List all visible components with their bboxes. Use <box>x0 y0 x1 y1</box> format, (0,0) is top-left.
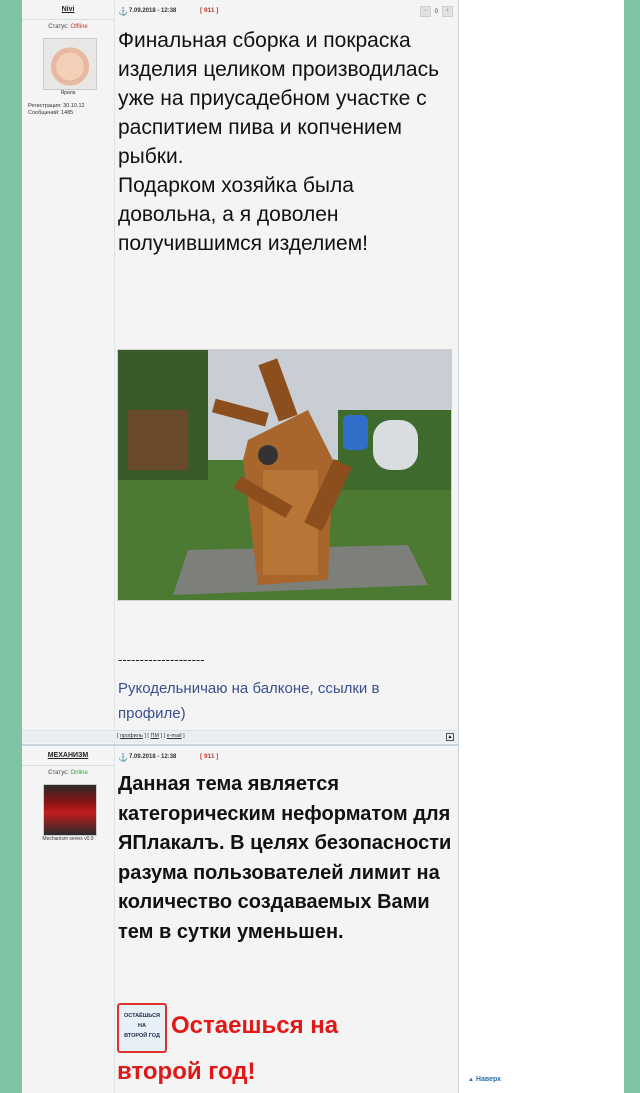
post-header: ⚓ 7.09.2018 - 12:38 [ 911 ] <box>115 746 458 768</box>
windmill-photo-illustration <box>118 350 451 600</box>
email-link[interactable]: e-mail <box>167 733 182 739</box>
avatar-caption: Ярила <box>60 90 76 96</box>
status-label: Статус: <box>48 770 69 776</box>
forum-post: МЕХАНИЗМ Статус: Online Mechanism series… <box>22 746 458 1093</box>
post-number[interactable]: [ 911 ] <box>200 7 218 14</box>
rating-value: 0 <box>434 8 438 15</box>
user-status: Статус: Online <box>22 770 114 776</box>
badge-line: ОСТАЁШЬСЯ <box>123 1013 161 1019</box>
divider <box>22 19 114 20</box>
page: Nivi Статус: Offline Ярила Регистрация: … <box>22 0 624 1093</box>
alert-text: Остаешься на <box>171 1012 339 1039</box>
to-top-label: Наверх <box>475 1076 502 1083</box>
username-link[interactable]: МЕХАНИЗМ <box>22 752 114 759</box>
avatar[interactable] <box>43 38 97 90</box>
rate-minus-button[interactable]: − <box>419 6 431 17</box>
user-meta: Регистрация: 30.10.12 Сообщений: 1485 <box>28 103 85 117</box>
post-text: Финальная сборка и покраска изделия цели… <box>118 26 454 258</box>
status-label: Статус: <box>48 24 69 30</box>
signature-separator: -------------------- <box>118 652 205 667</box>
user-status: Статус: Offline <box>22 24 114 30</box>
message-count: Сообщений: 1485 <box>28 110 74 116</box>
post-number-value: 911 <box>203 7 215 14</box>
avatar[interactable] <box>43 784 97 836</box>
rating-widget: − 0 + <box>419 6 453 17</box>
post-date: 7.09.2018 - 12:38 <box>129 754 177 760</box>
pm-link[interactable]: ПМ <box>150 733 159 739</box>
repeat-year-badge: ОСТАЁШЬСЯ НА ВТОРОЙ ГОД <box>117 1003 167 1053</box>
post-footer-links: [ профиль ] [ ПМ ] [ e-mail ] <box>117 733 185 739</box>
right-sidebar <box>459 0 624 1093</box>
signature-text: Рукодельничаю на балконе, ссылки в профи… <box>118 680 380 722</box>
windmill-photo[interactable] <box>117 349 452 601</box>
anchor-icon[interactable]: ⚓ <box>118 753 128 762</box>
post-footer: [ профиль ] [ ПМ ] [ e-mail ] ▲ <box>22 730 458 743</box>
post-author-panel: МЕХАНИЗМ Статус: Online Mechanism series… <box>22 746 115 1093</box>
post-date: 7.09.2018 - 12:38 <box>129 8 177 14</box>
status-value: Offline <box>70 24 88 30</box>
arrow-up-icon: ▲ <box>468 1077 474 1083</box>
scroll-up-icon[interactable]: ▲ <box>446 733 454 741</box>
post-number[interactable]: [ 911 ] <box>200 753 218 760</box>
username-link[interactable]: Nivi <box>22 6 114 13</box>
post-number-value: 911 <box>203 753 215 760</box>
alert-text: второй год! <box>117 1058 256 1085</box>
anchor-icon[interactable]: ⚓ <box>118 7 128 16</box>
post-text: Данная тема является категорическим нефо… <box>118 773 452 943</box>
status-value: Online <box>70 770 88 776</box>
badge-line: ВТОРОЙ ГОД <box>124 1033 160 1039</box>
post-paragraph: Финальная сборка и покраска изделия цели… <box>118 29 440 168</box>
divider <box>22 765 114 766</box>
profile-link[interactable]: профиль <box>120 733 143 739</box>
registration-date: Регистрация: 30.10.12 <box>28 103 85 109</box>
post-paragraph: Подарком хозяйка была довольна, а я дово… <box>118 174 368 255</box>
rate-plus-button[interactable]: + <box>442 6 453 17</box>
forum-post: Nivi Статус: Offline Ярила Регистрация: … <box>22 0 458 744</box>
to-top-link[interactable]: ▲ Наверх <box>468 1076 501 1083</box>
post-body: ⚓ 7.09.2018 - 12:38 [ 911 ] Данная тема … <box>115 746 458 1093</box>
avatar-caption: Mechanism series v0.9 <box>42 836 94 842</box>
post-body: ⚓ 7.09.2018 - 12:38 [ 911 ] − 0 + Финаль… <box>115 0 458 744</box>
forum-thread: Nivi Статус: Offline Ярила Регистрация: … <box>22 0 459 1093</box>
post-header: ⚓ 7.09.2018 - 12:38 [ 911 ] − 0 + <box>115 0 458 22</box>
post-author-panel: Nivi Статус: Offline Ярила Регистрация: … <box>22 0 115 744</box>
badge-line: НА <box>138 1023 146 1029</box>
